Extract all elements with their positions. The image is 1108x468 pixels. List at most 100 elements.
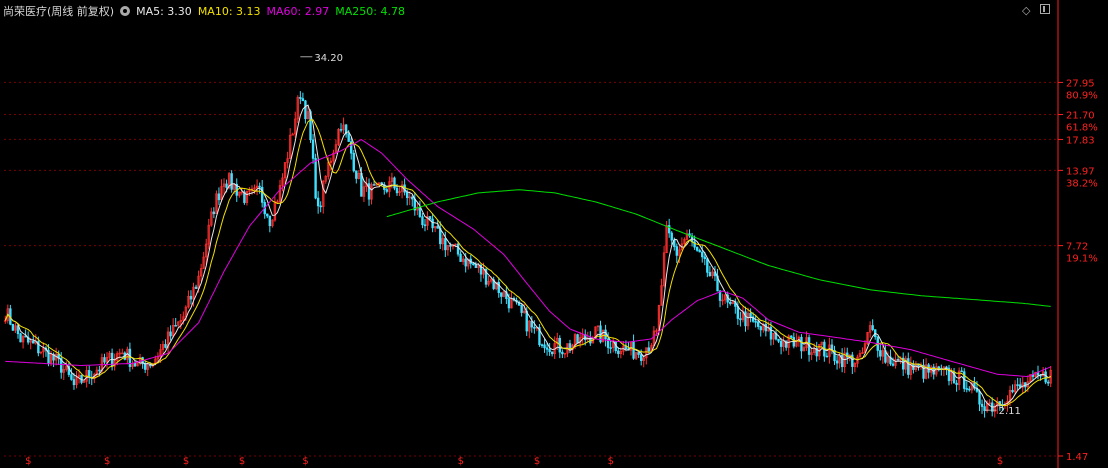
candle-body	[128, 348, 132, 367]
candle-body	[708, 272, 712, 277]
candle-body	[879, 350, 882, 357]
candle-body	[436, 226, 439, 229]
candle-body	[1016, 384, 1019, 386]
dividend-marker-icon: $	[104, 456, 110, 467]
candle-body	[749, 312, 752, 318]
candle-body	[937, 366, 941, 369]
candle-body	[301, 98, 305, 102]
candle-body	[266, 213, 269, 217]
candle-body	[194, 286, 198, 289]
chart-header: 尚荣医疗(周线 前复权) MA5: 3.30 MA10: 3.13 MA60: …	[3, 3, 411, 19]
axis-pct-label: 61.8%	[1066, 123, 1098, 134]
candle-body	[871, 325, 874, 330]
dividend-marker-icon: $	[183, 456, 189, 467]
candle-body	[548, 349, 551, 353]
candle-body	[907, 358, 910, 375]
candle-body	[754, 321, 757, 323]
candle-body	[164, 344, 167, 348]
candle-body	[764, 323, 768, 332]
candle-body	[372, 184, 376, 186]
candle-body	[744, 311, 747, 327]
candle-body	[72, 379, 76, 386]
moving-average-lines	[4, 104, 1051, 408]
candle-body	[393, 177, 396, 189]
ma10-line	[4, 119, 1051, 407]
candle-body	[736, 306, 740, 319]
candle-body	[474, 264, 478, 268]
gear-icon[interactable]	[120, 6, 131, 16]
axis-tick-label: 7.72	[1066, 242, 1088, 253]
dividend-marker-icon: $	[608, 456, 614, 467]
candle-body	[896, 359, 900, 361]
candle-body	[779, 341, 783, 347]
window-icon[interactable]	[1040, 4, 1050, 14]
diamond-icon[interactable]: ◇	[1022, 4, 1030, 17]
candle-body	[421, 216, 424, 226]
candle-body	[729, 301, 732, 304]
candle-body	[418, 206, 422, 217]
candle-body	[299, 97, 302, 99]
candle-body	[790, 335, 793, 338]
axis-tick-label: 1.47	[1066, 452, 1088, 463]
axis-tick-label: 13.97	[1066, 166, 1095, 177]
candle-body	[520, 305, 523, 313]
candle-body	[355, 170, 358, 179]
candle-body	[411, 196, 414, 200]
candle-body	[339, 129, 343, 131]
candle-body	[576, 334, 579, 344]
candle-body	[1044, 371, 1047, 383]
candle-body	[739, 318, 742, 321]
candle-body	[800, 336, 803, 352]
candle-body	[174, 324, 177, 327]
candle-body	[609, 347, 612, 349]
candle-body	[968, 388, 971, 391]
candle-body	[405, 191, 409, 199]
candlestick-chart[interactable]: 27.9580.9%21.7061.8%17.8313.9738.2%7.721…	[0, 0, 1108, 468]
candle-body	[143, 363, 147, 370]
candle-body	[647, 347, 651, 352]
ma60-line	[5, 139, 1051, 378]
candle-body	[423, 224, 427, 227]
candle-body	[169, 331, 172, 337]
candle-body	[530, 320, 534, 328]
candle-body	[545, 347, 549, 350]
axis-pct-label: 38.2%	[1066, 178, 1098, 189]
candle-body	[314, 158, 317, 199]
candle-series	[4, 91, 1052, 418]
candle-body	[639, 354, 643, 361]
candle-body	[533, 326, 536, 329]
candle-body	[428, 216, 432, 220]
candle-body	[456, 243, 460, 255]
candle-body	[703, 256, 706, 260]
candle-body	[352, 152, 355, 172]
dividend-marker-icon: $	[302, 456, 308, 467]
dividend-marker-icon: $	[534, 456, 540, 467]
candle-body	[1046, 381, 1050, 384]
candle-body	[268, 215, 272, 227]
dividend-marker-icon: $	[458, 456, 464, 467]
chart-title: 尚荣医疗(周线 前复权)	[3, 5, 115, 18]
candle-body	[706, 258, 709, 273]
candle-body	[217, 193, 221, 201]
ma5-legend: MA5: 3.30	[136, 4, 192, 18]
candle-body	[304, 100, 307, 120]
candle-body	[230, 173, 233, 190]
candle-body	[670, 232, 673, 241]
axis-pct-label: 80.9%	[1066, 90, 1098, 101]
candle-body	[777, 338, 780, 342]
candle-body	[98, 369, 101, 372]
candle-body	[1011, 389, 1014, 393]
candle-body	[507, 298, 511, 309]
candle-body	[667, 225, 671, 234]
ma5-line	[4, 104, 1051, 408]
candle-body	[695, 246, 699, 251]
candle-body	[70, 374, 73, 380]
candle-body	[385, 189, 389, 192]
price-annotations: 34.20 2.11	[300, 53, 1021, 417]
candle-body	[540, 344, 544, 347]
candle-body	[225, 183, 228, 188]
ma250-line	[386, 189, 1051, 307]
candle-body	[319, 205, 322, 208]
candle-body	[449, 245, 452, 247]
candle-body	[835, 360, 839, 364]
